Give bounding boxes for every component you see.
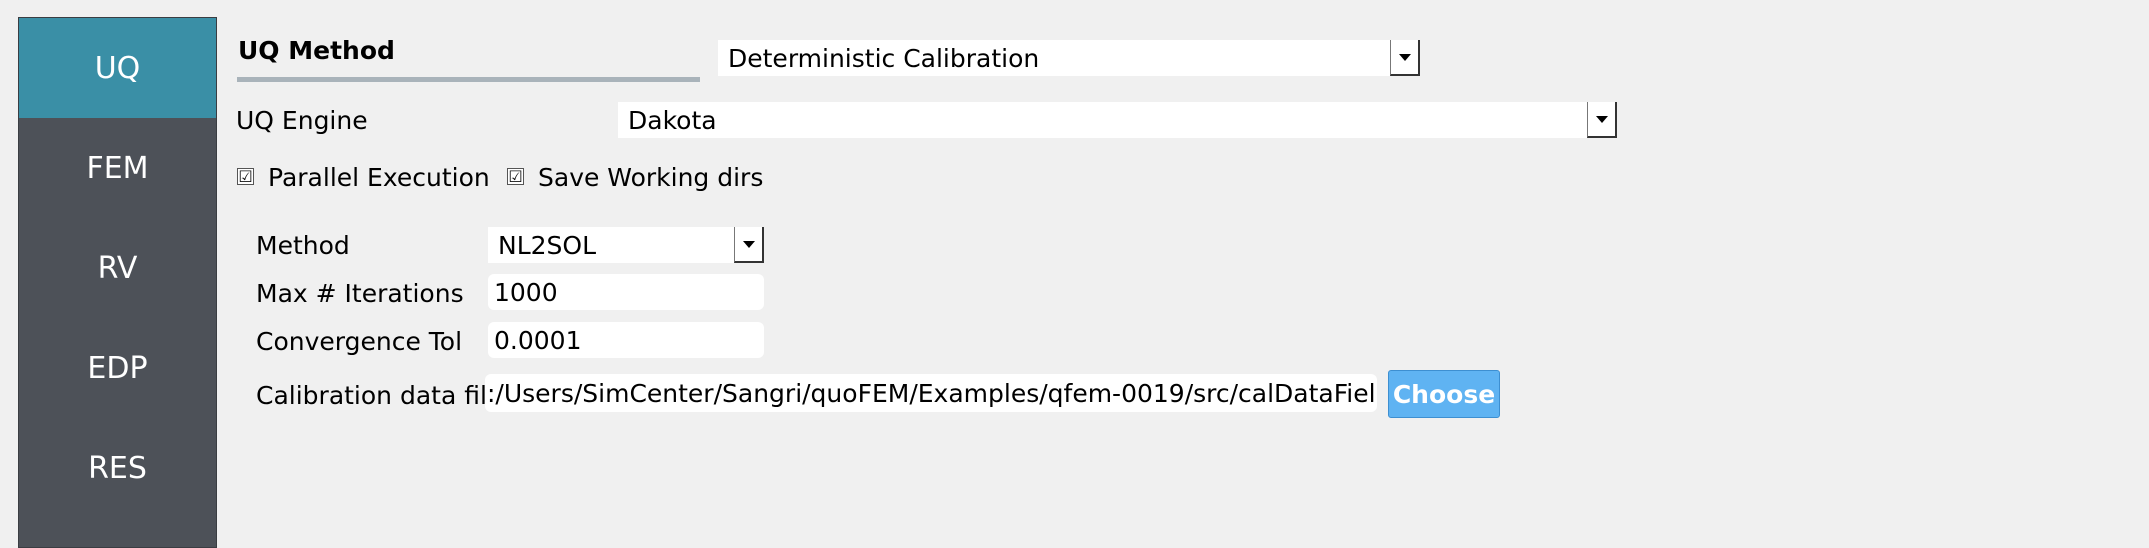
method-dropdown-button[interactable] [734,227,764,263]
sidebar: UQ FEM RV EDP RES [18,17,217,548]
calibration-file-label: Calibration data file [256,381,503,410]
uq-engine-select[interactable]: Dakota [618,102,1617,138]
calibration-file-input[interactable]: :/Users/SimCenter/Sangri/quoFEM/Examples… [485,374,1377,412]
convergence-tol-input[interactable]: 0.0001 [488,322,764,358]
max-iterations-input[interactable]: 1000 [488,274,764,310]
sidebar-item-label: UQ [94,50,141,86]
sidebar-item-res[interactable]: RES [19,418,216,518]
max-iterations-value: 1000 [494,277,558,307]
sidebar-item-uq[interactable]: UQ [19,18,216,118]
sidebar-item-label: RES [88,450,147,486]
convergence-tol-label: Convergence Tol [256,327,463,356]
save-working-dirs-label: Save Working dirs [538,163,764,192]
parallel-execution-checkbox[interactable]: ☑ [237,168,254,185]
sidebar-item-fem[interactable]: FEM [19,118,216,218]
title-underline [237,77,700,82]
uq-engine-value: Dakota [628,105,717,135]
uq-method-type-value: Deterministic Calibration [728,43,1040,73]
choose-button[interactable]: Choose [1388,370,1500,418]
chevron-down-icon [1398,53,1411,61]
parallel-execution-label: Parallel Execution [268,163,490,192]
calibration-file-value: :/Users/SimCenter/Sangri/quoFEM/Examples… [487,378,1377,408]
sidebar-item-label: RV [97,250,138,286]
method-value: NL2SOL [498,230,597,260]
sidebar-item-edp[interactable]: EDP [19,318,216,418]
sidebar-item-rv[interactable]: RV [19,218,216,318]
uq-engine-dropdown-button[interactable] [1587,102,1617,138]
method-select[interactable]: NL2SOL [488,227,764,263]
sidebar-item-label: FEM [86,150,149,186]
save-working-dirs-checkbox[interactable]: ☑ [507,168,524,185]
uq-method-type-select[interactable]: Deterministic Calibration [718,40,1420,76]
chevron-down-icon [742,240,755,248]
uq-engine-label: UQ Engine [236,106,368,135]
section-title: UQ Method [238,36,395,65]
chevron-down-icon [1595,115,1608,123]
method-label: Method [256,231,350,260]
sidebar-item-label: EDP [87,350,148,386]
uq-method-type-dropdown-button[interactable] [1390,40,1420,76]
app-window: UQ FEM RV EDP RES UQ Method Deterministi… [0,0,2149,548]
max-iterations-label: Max # Iterations [256,279,464,308]
convergence-tol-value: 0.0001 [494,325,582,355]
